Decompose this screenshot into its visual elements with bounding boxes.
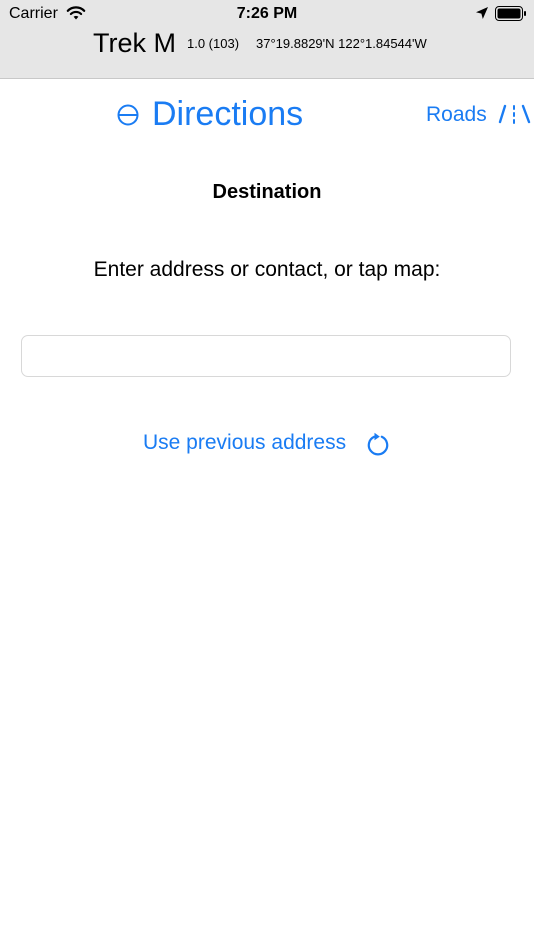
roads-button[interactable]: Roads [426, 103, 487, 127]
app-info-bar: Trek M 1.0 (103) 37°19.8829'N 122°1.8454… [0, 28, 534, 70]
refresh-icon[interactable] [366, 432, 390, 463]
road-icon[interactable] [498, 104, 532, 131]
address-prompt: Enter address or contact, or tap map: [93, 258, 441, 281]
circle-half-icon [116, 103, 140, 132]
status-header: Carrier 7:26 PM Trek M 1.0 (103) 37°19.8… [0, 0, 534, 79]
status-time: 7:26 PM [236, 5, 298, 22]
app-version: 1.0 (103) [187, 36, 240, 51]
battery-icon [495, 6, 527, 26]
gps-coordinates: 37°19.8829'N 122°1.84544'W [256, 36, 427, 51]
status-bar: Carrier 7:26 PM [0, 0, 534, 28]
page-title: Directions [152, 95, 304, 133]
address-input[interactable] [21, 335, 511, 377]
nav-bar: Directions Roads [0, 79, 534, 151]
destination-heading: Destination [212, 181, 322, 203]
use-previous-address-label[interactable]: Use previous address [143, 431, 346, 455]
location-arrow-icon [475, 6, 489, 25]
app-title: Trek M [93, 28, 176, 58]
